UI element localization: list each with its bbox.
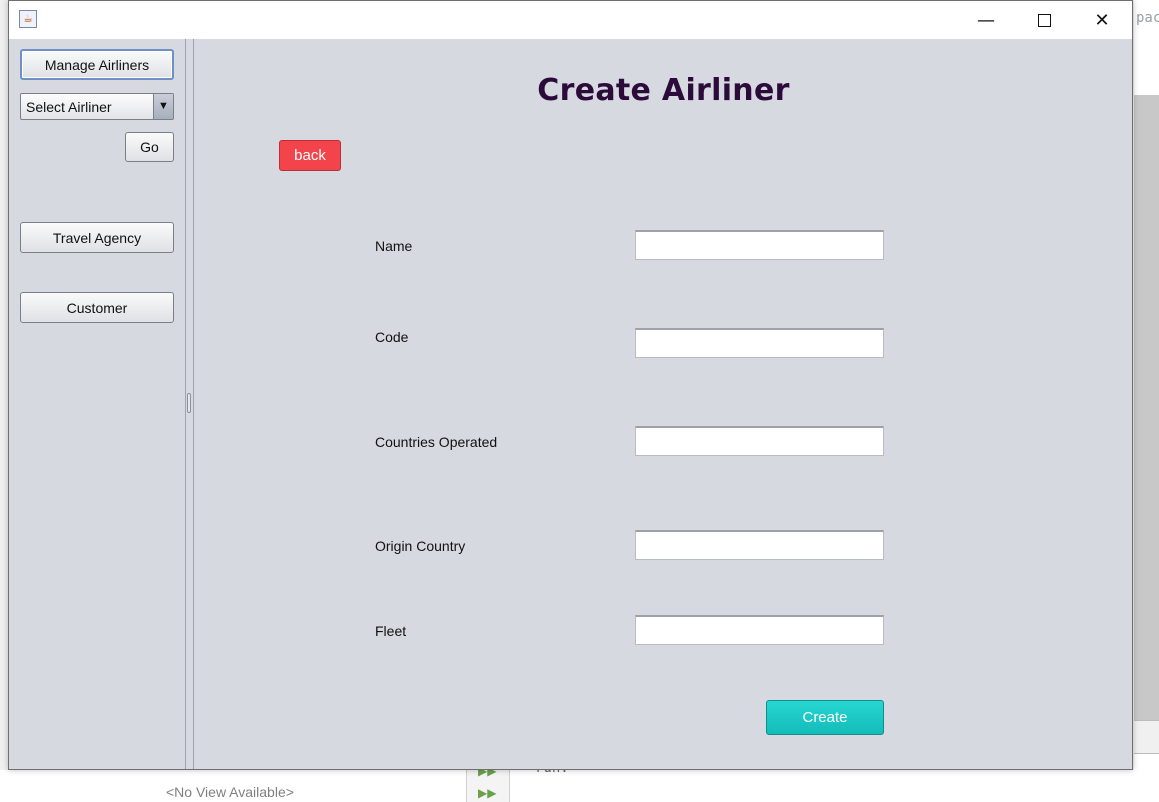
minimize-button[interactable]: — (957, 1, 1015, 39)
name-field[interactable] (635, 230, 884, 260)
background-ide-panel (1134, 95, 1159, 720)
origin-country-field[interactable] (635, 530, 884, 560)
fleet-field[interactable] (635, 615, 884, 645)
java-coffee-icon: ☕ (19, 10, 37, 28)
no-view-label: <No View Available> (166, 784, 294, 800)
create-button[interactable]: Create (766, 700, 884, 735)
rerun-icon[interactable]: ▶▶ (478, 786, 496, 800)
background-ide-bar (1134, 720, 1159, 754)
code-field[interactable] (635, 328, 884, 358)
select-airliner-value: Select Airliner (26, 99, 112, 115)
manage-airliners-button[interactable]: Manage Airliners (20, 49, 174, 80)
maximize-icon (1037, 13, 1051, 27)
sidebar: Manage Airliners Select Airliner ▼ Go Tr… (9, 39, 185, 769)
go-button[interactable]: Go (125, 132, 174, 162)
page-title: Create Airliner (537, 73, 790, 108)
divider-grip[interactable] (187, 393, 191, 413)
code-label: Code (375, 329, 409, 345)
application-window: ☕ — ✕ Manage Airliners Select Airliner ▼… (8, 0, 1133, 770)
name-label: Name (375, 238, 413, 254)
fleet-label: Fleet (375, 623, 407, 639)
travel-agency-button[interactable]: Travel Agency (20, 222, 174, 253)
customer-button[interactable]: Customer (20, 292, 174, 323)
countries-operated-label: Countries Operated (375, 434, 498, 450)
back-button[interactable]: back (279, 140, 341, 171)
countries-operated-field[interactable] (635, 426, 884, 456)
title-bar: ☕ — ✕ (9, 1, 1132, 39)
origin-country-label: Origin Country (375, 538, 466, 554)
select-airliner-dropdown[interactable]: Select Airliner ▼ (20, 93, 174, 120)
chevron-down-icon[interactable]: ▼ (153, 94, 173, 119)
create-airliner-panel: Create Airliner back Name Code Countries… (195, 39, 1132, 769)
maximize-button[interactable] (1015, 1, 1073, 39)
background-package-text: pack (1136, 10, 1159, 26)
close-button[interactable]: ✕ (1073, 1, 1131, 39)
